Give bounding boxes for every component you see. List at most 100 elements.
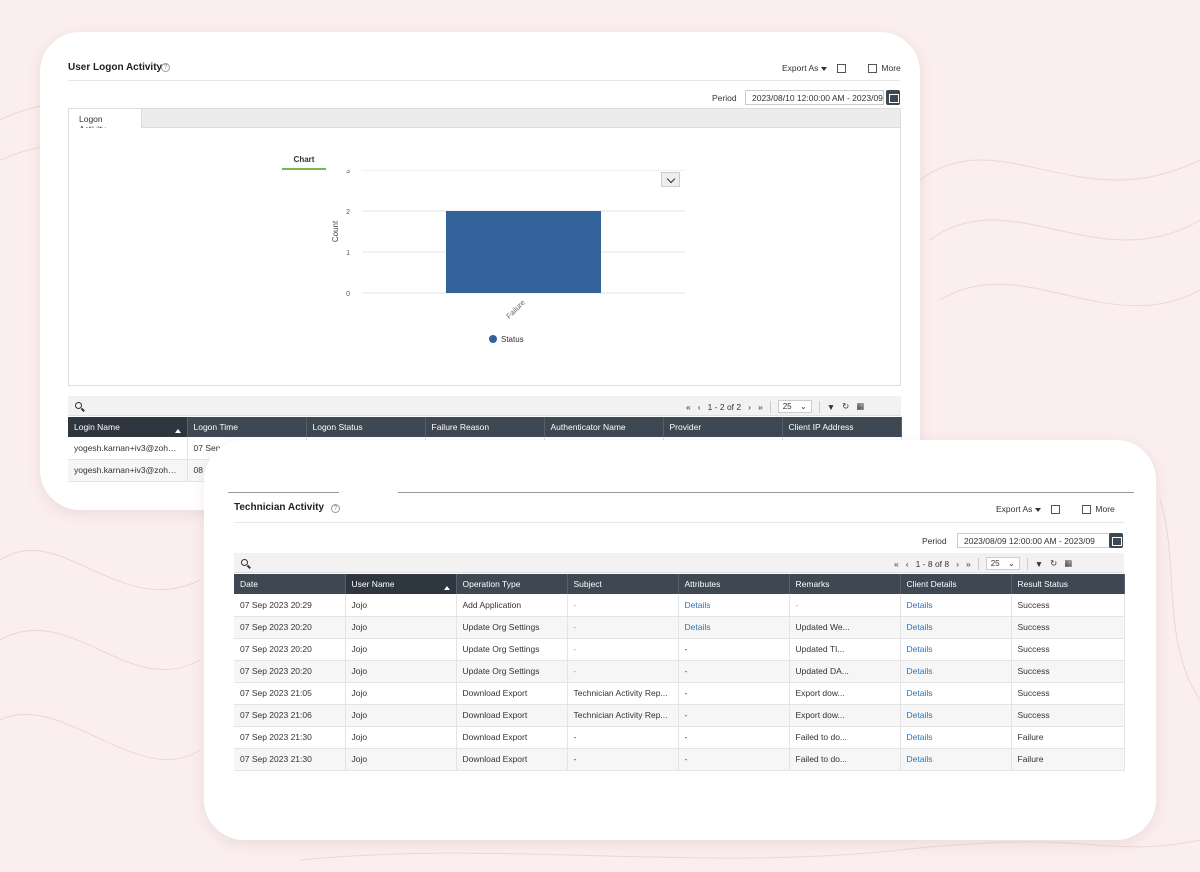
column-header-attributes[interactable]: Attributes [678,574,790,594]
cell-date: 07 Sep 2023 21:05 [234,682,346,705]
print-icon[interactable] [1051,504,1061,514]
legend-label: Status [501,335,524,344]
cell-attributes: - [678,748,790,771]
cell-client-details[interactable]: Details [900,726,1012,749]
cell-operation-type: Download Export [456,726,568,749]
page-size-select[interactable]: 25 ⌄ [985,557,1020,570]
prev-page-icon[interactable]: ‹ [906,559,909,569]
column-header-provider[interactable]: Provider [663,417,783,437]
bar [446,211,601,293]
cell-remarks: Updated TI... [789,638,901,661]
calendar-icon[interactable] [886,90,900,105]
divider [228,492,339,493]
refresh-icon[interactable]: ↻ [842,401,849,412]
filter-icon[interactable]: ▼ [827,402,835,412]
columns-icon[interactable]: ▦ [1064,558,1072,569]
column-header-failure-reason[interactable]: Failure Reason [425,417,545,437]
table-row[interactable]: 07 Sep 2023 21:30 Jojo Download Export - - Fa… [234,726,1125,749]
tab-logon-activity[interactable]: Logon Activity [69,109,142,134]
table-row[interactable]: 07 Sep 2023 21:05 Jojo Download Export Tech… [234,682,1125,705]
column-header-operation-type[interactable]: Operation Type [456,574,568,594]
page-title: User Logon Activity [68,62,163,73]
cell-date: 07 Sep 2023 21:30 [234,726,346,749]
technician-table: Date User Name Operation Type Subject At… [234,574,1125,771]
export-as-button[interactable]: Export As [782,63,828,73]
cell-operation-type: Download Export [456,748,568,771]
calendar-icon[interactable] [1109,533,1123,548]
cell-attributes[interactable]: Details [678,616,790,639]
cell-user-name: Jojo [345,616,457,639]
refresh-icon[interactable]: ↻ [1050,558,1057,569]
search-icon[interactable] [241,559,248,566]
prev-page-icon[interactable]: ‹ [698,402,701,412]
columns-icon[interactable]: ▦ [856,401,864,412]
divider [398,492,1134,493]
first-page-icon[interactable]: « [686,402,691,412]
column-header-remarks[interactable]: Remarks [789,574,901,594]
table-row[interactable]: 07 Sep 2023 20:20 Jojo Update Org Settings… [234,616,1125,639]
search-icon[interactable] [75,402,82,409]
cell-client-details[interactable]: Details [900,638,1012,661]
last-page-icon[interactable]: » [758,402,763,412]
cell-remarks: Export dow... [789,682,901,705]
cell-client-details[interactable]: Details [900,616,1012,639]
tab-chart[interactable]: Chart [282,155,326,164]
table-row[interactable]: 07 Sep 2023 20:29 Jojo Add Application - Det… [234,594,1125,617]
period-input[interactable]: 2023/08/10 12:00:00 AM - 2023/09 [745,90,884,105]
table-row[interactable]: 07 Sep 2023 21:30 Jojo Download Export - - Fa… [234,748,1125,771]
cell-remarks: Export dow... [789,704,901,727]
print-icon[interactable] [837,63,847,73]
column-header-result-status[interactable]: Result Status [1011,574,1125,594]
first-page-icon[interactable]: « [894,559,899,569]
column-header-date[interactable]: Date [234,574,346,594]
more-button[interactable]: More [1082,504,1115,515]
next-page-icon[interactable]: › [748,402,751,412]
table-row[interactable]: 07 Sep 2023 20:20 Jojo Update Org Settings… [234,660,1125,683]
column-header-subject[interactable]: Subject [567,574,679,594]
help-icon[interactable]: ? [161,63,170,72]
column-header-user-name[interactable]: User Name [345,574,457,594]
cell-operation-type: Add Application [456,594,568,617]
cell-subject: Technician Activity Rep... [567,704,679,727]
column-header-client-ip-address[interactable]: Client IP Address [782,417,902,437]
cell-result-status: Success [1011,616,1125,639]
cell-client-details[interactable]: Details [900,748,1012,771]
more-button[interactable]: More [868,63,901,74]
divider [769,400,771,413]
y-tick-label: 3 [346,170,350,175]
help-icon[interactable]: ? [331,504,340,513]
column-header-authenticator-name[interactable]: Authenticator Name [544,417,664,437]
cell-attributes: - [678,726,790,749]
cell-operation-type: Download Export [456,682,568,705]
chevron-down-icon: ⌄ [800,402,807,411]
cell-user-name: Jojo [345,704,457,727]
filter-icon[interactable]: ▼ [1035,559,1043,569]
cell-client-details[interactable]: Details [900,594,1012,617]
column-header-logon-status[interactable]: Logon Status [306,417,426,437]
cell-result-status: Success [1011,682,1125,705]
cell-login-name: yogesh.karnan+iv3@zohote... [68,459,188,482]
cell-user-name: Jojo [345,638,457,661]
column-header-client-details[interactable]: Client Details [900,574,1012,594]
cell-remarks: - [789,594,901,617]
cell-result-status: Failure [1011,748,1125,771]
export-as-button[interactable]: Export As [996,504,1042,514]
cell-remarks: Failed to do... [789,748,901,771]
column-header-login-name[interactable]: Login Name [68,417,188,437]
cell-client-details[interactable]: Details [900,682,1012,705]
caret-down-icon [1035,507,1042,512]
cell-attributes[interactable]: Details [678,594,790,617]
cell-login-name: yogesh.karnan+iv3@zohote... [68,437,188,460]
table-row[interactable]: 07 Sep 2023 21:06 Jojo Download Export Tech… [234,704,1125,727]
column-header-logon-time[interactable]: Logon Time [187,417,307,437]
cell-date: 07 Sep 2023 21:30 [234,748,346,771]
cell-client-details[interactable]: Details [900,660,1012,683]
next-page-icon[interactable]: › [956,559,959,569]
cell-client-details[interactable]: Details [900,704,1012,727]
table-row[interactable]: 07 Sep 2023 20:20 Jojo Update Org Settings… [234,638,1125,661]
last-page-icon[interactable]: » [966,559,971,569]
user-logon-card: User Logon Activity ? Export As More Per… [40,32,920,510]
tab-strip [68,108,901,128]
page-size-select[interactable]: 25 ⌄ [777,400,812,413]
period-input[interactable]: 2023/08/09 12:00:00 AM - 2023/09 [957,533,1110,548]
